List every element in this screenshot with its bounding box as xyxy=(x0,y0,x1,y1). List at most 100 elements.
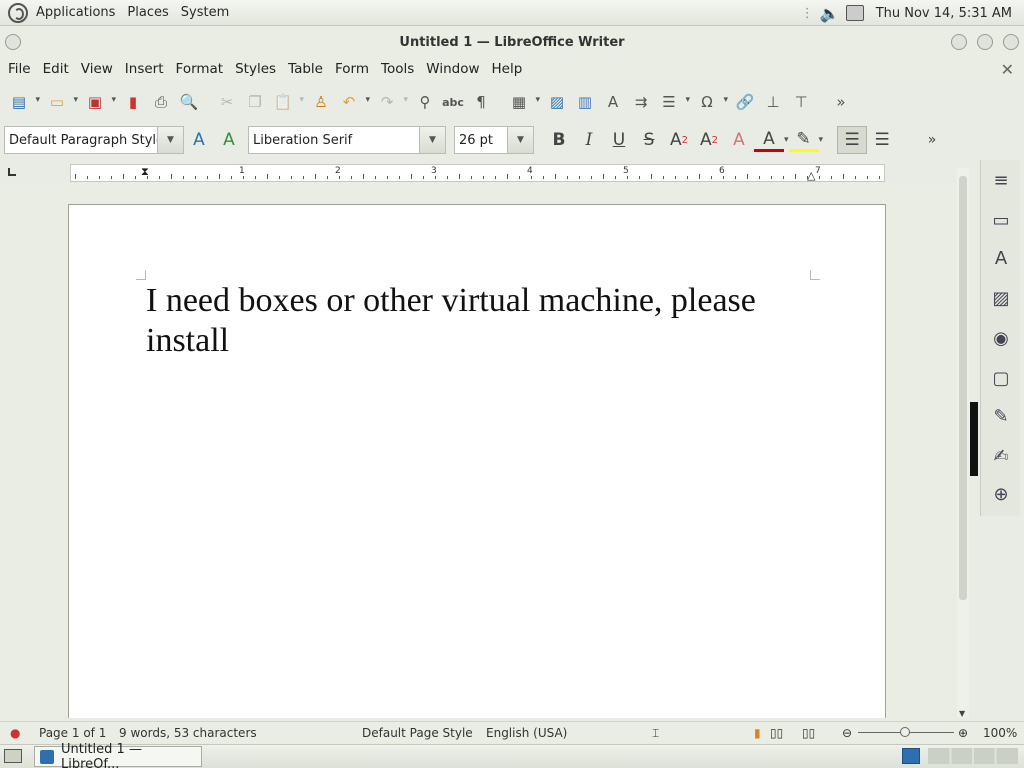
word-count[interactable]: 9 words, 53 characters xyxy=(119,726,257,740)
underline-icon[interactable]: U xyxy=(604,126,634,154)
page-icon[interactable]: ▢ xyxy=(989,366,1013,390)
minimize-button[interactable] xyxy=(951,34,967,50)
distro-logo-icon[interactable] xyxy=(8,2,28,23)
toolbar-overflow-icon[interactable]: » xyxy=(917,126,947,154)
window-titlebar[interactable]: Untitled 1 — LibreOffice Writer xyxy=(0,27,1024,57)
italic-icon[interactable]: I xyxy=(574,126,604,154)
insert-table-icon[interactable]: ▦ xyxy=(506,89,540,115)
bold-icon[interactable]: B xyxy=(544,126,574,154)
paragraph-style-select[interactable]: Default Paragraph Style ▼ xyxy=(4,126,184,154)
clear-formatting-icon[interactable]: A xyxy=(724,126,754,154)
network-icon[interactable] xyxy=(845,5,864,21)
paste-icon[interactable]: 📋 xyxy=(270,89,304,115)
formatting-marks-icon[interactable]: ¶ xyxy=(468,89,494,115)
chevron-down-icon[interactable]: ▾ xyxy=(819,135,824,145)
properties-icon[interactable]: ▭ xyxy=(989,208,1013,232)
scroll-down-icon[interactable]: ▼ xyxy=(959,709,965,718)
chevron-down-icon[interactable]: ▼ xyxy=(157,127,183,153)
insert-image-icon[interactable]: ▨ xyxy=(544,89,570,115)
undo-icon[interactable]: ↶ xyxy=(336,89,370,115)
single-page-view-icon[interactable]: ▯▯ xyxy=(770,726,783,740)
signature-icon[interactable]: ▮ xyxy=(754,726,761,740)
spelling-icon[interactable]: abc xyxy=(440,89,466,115)
close-document-icon[interactable]: ✕ xyxy=(1001,60,1014,79)
font-size-select[interactable]: 26 pt ▼ xyxy=(454,126,534,154)
insert-hyperlink-icon[interactable]: 🔗 xyxy=(732,89,758,115)
right-indent-marker-icon[interactable]: △ xyxy=(807,169,815,182)
taskbar-item-writer[interactable]: Untitled 1 — LibreOf... xyxy=(34,742,202,768)
print-icon[interactable]: ⎙ xyxy=(148,89,174,115)
font-color-icon[interactable]: A xyxy=(754,128,784,152)
workspace-1[interactable] xyxy=(902,748,920,764)
insert-endnote-icon[interactable]: ⊤ xyxy=(788,89,814,115)
window-menu-icon[interactable] xyxy=(5,34,21,50)
menu-system[interactable]: System xyxy=(175,5,235,20)
find-replace-icon[interactable]: ⚲ xyxy=(412,89,438,115)
insert-footnote-icon[interactable]: ⊥ xyxy=(760,89,786,115)
menu-format[interactable]: Format xyxy=(170,61,230,77)
insert-textbox-icon[interactable]: A xyxy=(600,89,626,115)
vertical-scrollbar[interactable]: ▼ xyxy=(957,168,969,718)
show-desktop-icon[interactable] xyxy=(4,749,22,763)
volume-icon[interactable]: 🔈 xyxy=(820,4,840,23)
new-document-icon[interactable]: ▤ xyxy=(6,89,40,115)
chevron-down-icon[interactable]: ▼ xyxy=(507,127,533,153)
clone-formatting-icon[interactable]: ♙ xyxy=(308,89,334,115)
close-button[interactable] xyxy=(1003,34,1019,50)
maximize-button[interactable] xyxy=(977,34,993,50)
insert-mode-icon[interactable]: ⌶ xyxy=(652,726,659,741)
menu-table[interactable]: Table xyxy=(282,61,329,77)
menu-file[interactable]: File xyxy=(2,61,37,77)
navigator-icon[interactable]: ◉ xyxy=(989,326,1013,350)
superscript-icon[interactable]: A2 xyxy=(664,126,694,154)
menu-insert[interactable]: Insert xyxy=(119,61,170,77)
page-number[interactable]: Page 1 of 1 xyxy=(39,726,106,740)
save-icon[interactable]: ▣ xyxy=(82,89,116,115)
book-view-icon[interactable]: ▯▯ xyxy=(802,726,815,740)
menu-form[interactable]: Form xyxy=(329,61,375,77)
new-style-icon[interactable]: A xyxy=(214,126,244,154)
redo-icon[interactable]: ↷ xyxy=(374,89,408,115)
document-modified-icon[interactable]: ● xyxy=(10,726,20,740)
special-character-icon[interactable]: Ω xyxy=(694,89,728,115)
text-language[interactable]: English (USA) xyxy=(486,726,567,740)
style-inspector-icon[interactable]: ✎ xyxy=(989,404,1013,428)
workspace-switcher[interactable] xyxy=(928,748,1018,764)
copy-icon[interactable]: ❐ xyxy=(242,89,268,115)
manage-changes-icon[interactable]: ✍ xyxy=(989,444,1013,468)
menu-edit[interactable]: Edit xyxy=(37,61,75,77)
menu-window[interactable]: Window xyxy=(420,61,485,77)
highlight-color-icon[interactable]: ✎ xyxy=(788,128,819,152)
design-icon[interactable]: ⊕ xyxy=(989,482,1013,506)
cut-icon[interactable]: ✂ xyxy=(214,89,240,115)
insert-page-break-icon[interactable]: ⇉ xyxy=(628,89,654,115)
styles-icon[interactable]: A xyxy=(989,246,1013,270)
scrollbar-thumb[interactable] xyxy=(959,176,967,600)
document-body-text[interactable]: I need boxes or other virtual machine, p… xyxy=(146,281,786,361)
update-style-icon[interactable]: A xyxy=(184,126,214,154)
align-center-icon[interactable]: ☰ xyxy=(867,126,897,154)
menu-places[interactable]: Places xyxy=(121,5,174,20)
strikethrough-icon[interactable]: S xyxy=(634,126,664,154)
tab-stop-selector[interactable] xyxy=(8,168,16,176)
document-page[interactable]: I need boxes or other virtual machine, p… xyxy=(68,204,886,718)
print-preview-icon[interactable]: 🔍 xyxy=(176,89,202,115)
page-style[interactable]: Default Page Style xyxy=(362,726,473,740)
clock[interactable]: Thu Nov 14, 5:31 AM xyxy=(870,6,1018,21)
zoom-in-icon[interactable]: ⊕ xyxy=(958,726,968,740)
menu-view[interactable]: View xyxy=(75,61,119,77)
gallery-icon[interactable]: ▨ xyxy=(989,286,1013,310)
menu-help[interactable]: Help xyxy=(486,61,529,77)
font-name-select[interactable]: Liberation Serif ▼ xyxy=(248,126,446,154)
insert-chart-icon[interactable]: ▥ xyxy=(572,89,598,115)
horizontal-ruler[interactable]: 1 2 3 4 5 6 7 ⧗ △ xyxy=(70,164,885,182)
menu-tools[interactable]: Tools xyxy=(375,61,420,77)
open-folder-icon[interactable]: ▭ xyxy=(44,89,78,115)
align-left-icon[interactable]: ☰ xyxy=(837,126,868,154)
zoom-level[interactable]: 100% xyxy=(983,726,1017,740)
zoom-out-icon[interactable]: ⊖ xyxy=(842,726,852,740)
sidebar-menu-icon[interactable]: ≡ xyxy=(989,168,1013,192)
document-area[interactable]: I need boxes or other virtual machine, p… xyxy=(0,186,956,718)
zoom-slider-thumb[interactable] xyxy=(900,727,910,737)
insert-field-icon[interactable]: ☰ xyxy=(656,89,690,115)
